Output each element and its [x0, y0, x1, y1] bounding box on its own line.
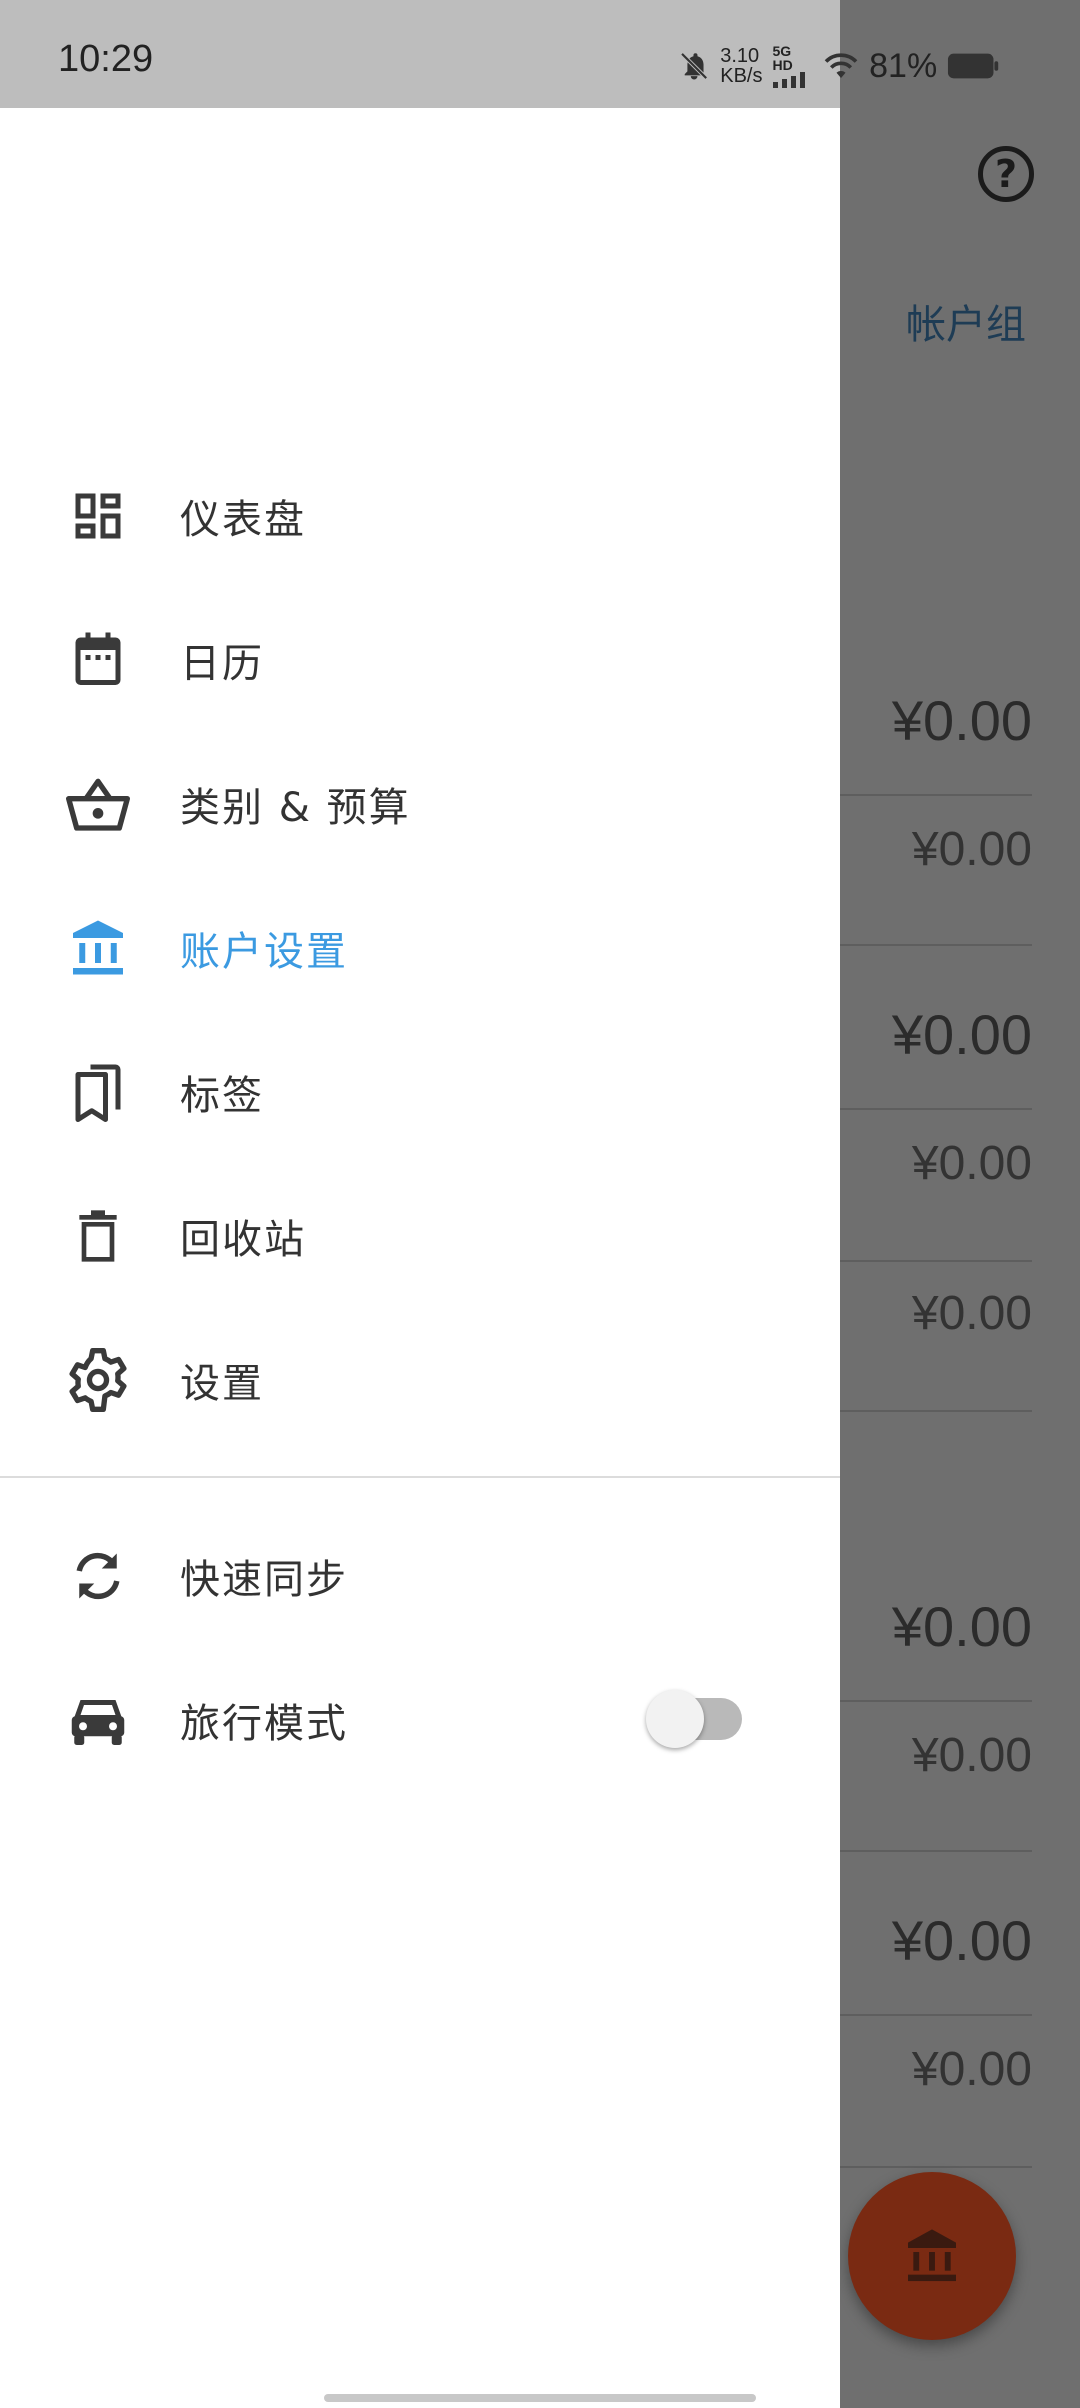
status-time: 10:29: [58, 38, 154, 80]
basket-icon: [66, 772, 130, 836]
bell-muted-icon: [680, 52, 708, 80]
dashboard-icon: [66, 484, 130, 548]
add-account-fab[interactable]: [848, 2172, 1016, 2340]
status-icons: 3.10 KB/s 5G HD 81%: [678, 36, 1000, 96]
drawer-item-quick-sync[interactable]: 快速同步: [0, 1504, 840, 1648]
tab-account-groups[interactable]: 帐户组: [906, 292, 1026, 350]
travel-mode-toggle[interactable]: [646, 1690, 742, 1748]
amount-text: ¥0.00: [891, 1003, 1032, 1066]
bookmarks-icon: [66, 1060, 130, 1124]
drawer-item-label: 回收站: [180, 1217, 306, 1263]
drawer-secondary-menu: 快速同步 旅行模式: [0, 1504, 840, 1792]
drawer-item-label: 快速同步: [180, 1557, 348, 1603]
toggle-thumb: [646, 1690, 704, 1748]
amount-text: ¥0.00: [911, 1729, 1032, 1782]
sync-icon: [66, 1544, 130, 1608]
drawer-item-trash[interactable]: 回收站: [0, 1164, 840, 1308]
divider: [840, 1700, 1032, 1702]
help-icon[interactable]: ?: [978, 146, 1034, 202]
drawer-item-account-settings[interactable]: 账户设置: [0, 876, 840, 1020]
home-indicator[interactable]: [324, 2394, 756, 2402]
network-type: 5G HD: [772, 44, 814, 88]
drawer-item-calendar[interactable]: 日历: [0, 588, 840, 732]
drawer-item-categories-budget[interactable]: 类别 & 预算: [0, 732, 840, 876]
drawer-item-label: 账户设置: [180, 929, 348, 975]
divider: [840, 794, 1032, 796]
drawer-item-label: 日历: [180, 641, 264, 687]
divider: [840, 1260, 1032, 1262]
amount-text: ¥0.00: [911, 1287, 1032, 1340]
bank-icon: [908, 2229, 956, 2282]
amount-text: ¥0.00: [891, 1909, 1032, 1972]
drawer-item-label: 类别 & 预算: [180, 785, 411, 831]
amount-text: ¥0.00: [891, 689, 1032, 752]
gear-icon: [66, 1348, 130, 1412]
drawer-item-dashboard[interactable]: 仪表盘: [0, 444, 840, 588]
amount-text: ¥0.00: [891, 1595, 1032, 1658]
status-bar: 10:29 3.10 KB/s 5G HD 81%: [0, 0, 999, 108]
car-icon: [66, 1688, 130, 1752]
signal-icon: [772, 72, 805, 88]
divider: [840, 1410, 1032, 1412]
drawer-item-label: 仪表盘: [180, 497, 306, 543]
drawer-item-settings[interactable]: 设置: [0, 1308, 840, 1452]
divider: [840, 944, 1032, 946]
battery-percent: 81%: [869, 46, 938, 85]
drawer-item-label: 设置: [180, 1361, 264, 1407]
battery-icon: [948, 53, 999, 79]
amount-text: ¥0.00: [911, 2043, 1032, 2096]
divider: [840, 2166, 1032, 2168]
amount-text: ¥0.00: [911, 823, 1032, 876]
drawer-menu: 仪表盘 日历 类别 & 预算 账户设置 标签 回收站 设置: [0, 444, 840, 1452]
navigation-drawer: 10:29 3.10 KB/s 5G HD 81% 仪表盘 日历 类别 & 预算…: [0, 0, 999, 2408]
drawer-item-label: 标签: [180, 1073, 264, 1119]
bank-icon: [66, 916, 130, 980]
drawer-item-tags[interactable]: 标签: [0, 1020, 840, 1164]
divider: [840, 1108, 1032, 1110]
network-speed: 3.10 KB/s: [720, 45, 763, 87]
drawer-divider: [0, 1476, 840, 1478]
divider: [840, 2014, 1032, 2016]
amount-text: ¥0.00: [911, 1137, 1032, 1190]
drawer-item-label: 旅行模式: [180, 1701, 348, 1747]
wifi-icon: [824, 53, 858, 79]
divider: [840, 1850, 1032, 1852]
calendar-icon: [66, 628, 130, 692]
trash-icon: [66, 1204, 130, 1268]
